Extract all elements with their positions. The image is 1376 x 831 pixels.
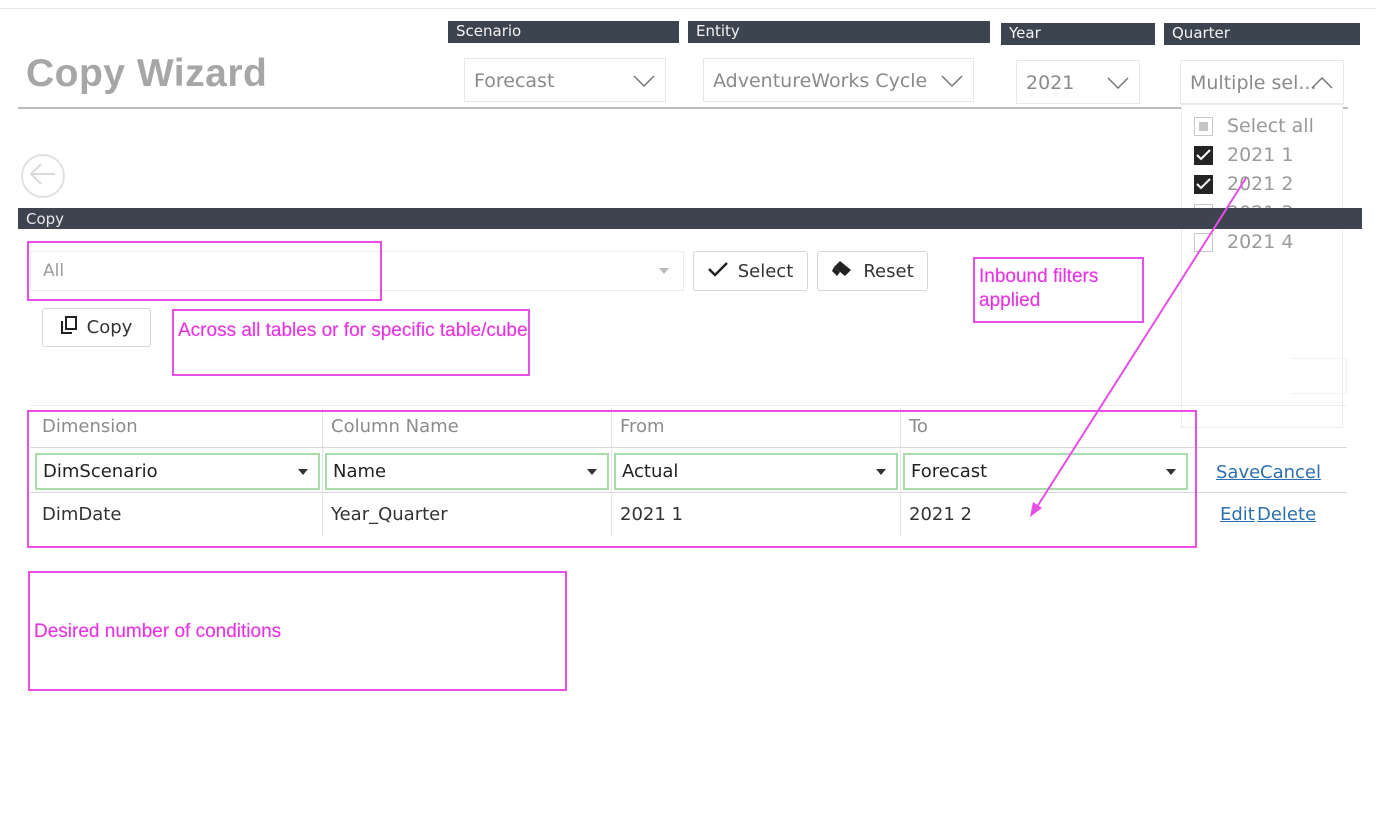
annotation-arrow [1030,177,1247,517]
